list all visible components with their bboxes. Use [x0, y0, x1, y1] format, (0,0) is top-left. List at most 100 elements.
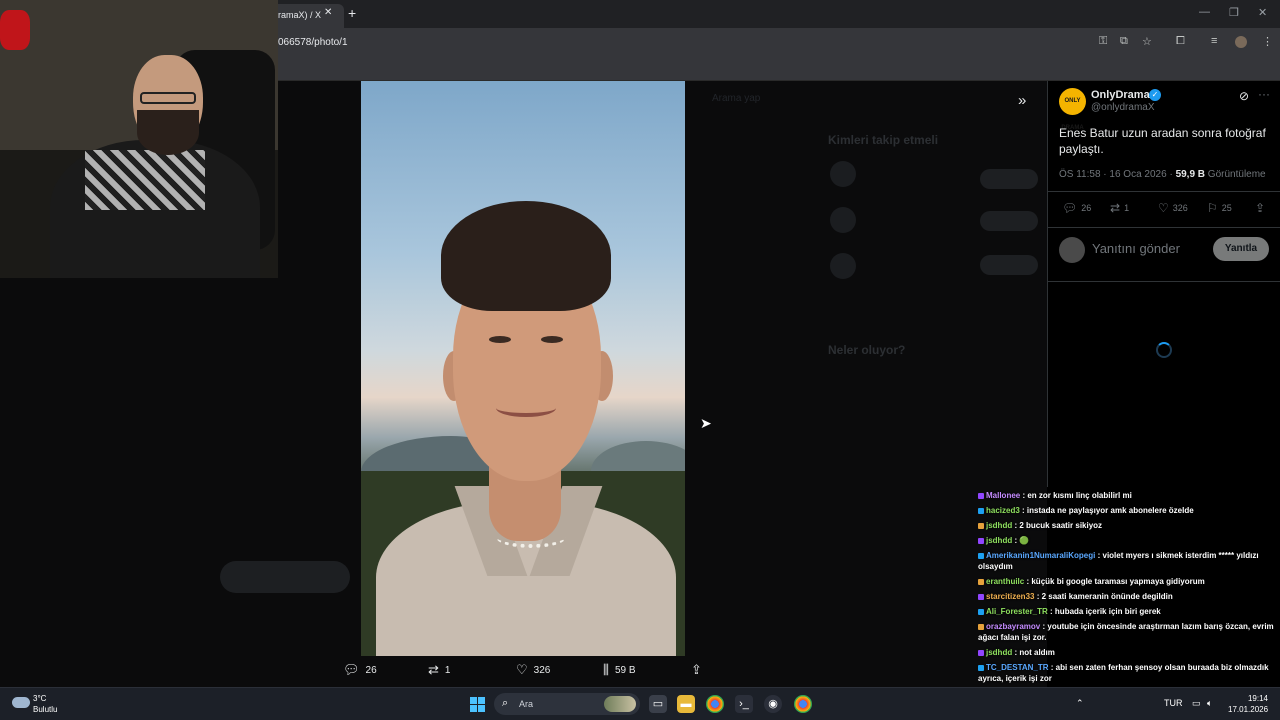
- chat-text: : küçük bi google taraması yapmaya gidiy…: [1026, 577, 1205, 586]
- chat-username[interactable]: hacized3: [986, 506, 1020, 515]
- bookmark-stat[interactable]: ⚐ 25: [1207, 201, 1232, 215]
- clock-date: 17.01.2026: [1228, 705, 1269, 714]
- mouse-cursor-icon: ➤: [700, 415, 712, 431]
- system-clock[interactable]: 19:14 17.01.2026: [1228, 693, 1268, 715]
- chat-username[interactable]: jsdhdd: [986, 536, 1012, 545]
- chat-badge-icon: [978, 649, 984, 656]
- repost-stat[interactable]: ⇄ 1: [1110, 201, 1129, 215]
- pearl-necklace: [496, 526, 566, 548]
- reply-icon: 💬︎: [1062, 201, 1078, 215]
- like-count: 326: [1172, 203, 1188, 213]
- new-tab-icon[interactable]: +: [348, 5, 356, 21]
- post-button: [220, 561, 350, 593]
- tab-close-icon[interactable]: ✕: [324, 7, 332, 18]
- task-view-icon[interactable]: ▭: [649, 695, 667, 713]
- search-highlight-image: [604, 696, 636, 712]
- weather-condition[interactable]: Bulutlu: [33, 705, 57, 714]
- heart-icon: ♡: [1158, 201, 1169, 215]
- close-window-icon[interactable]: ✕: [1258, 6, 1267, 19]
- chat-text: : 2 saati kameranin önünde degildin: [1036, 592, 1173, 601]
- author-name[interactable]: OnlyDrama: [1091, 89, 1150, 101]
- chat-badge-icon: [978, 507, 984, 514]
- chrome-icon[interactable]: [706, 695, 724, 713]
- chevron-up-icon[interactable]: ⌃: [1076, 698, 1084, 709]
- heart-icon: ♡: [516, 662, 528, 677]
- views-label: Görüntüleme: [1205, 169, 1266, 180]
- reply-count: 26: [365, 664, 377, 676]
- views-action[interactable]: ⫼ 59 B: [603, 662, 636, 678]
- windows-start-icon[interactable]: [470, 697, 485, 712]
- chat-username[interactable]: Mallonee: [986, 491, 1020, 500]
- repost-count: 1: [1124, 203, 1130, 213]
- monitor-icon[interactable]: ▭: [1192, 698, 1201, 709]
- extensions-icon[interactable]: ⧠: [1176, 35, 1185, 48]
- weather-temperature[interactable]: 3°C: [33, 694, 46, 703]
- chat-message: eranthuilc : küçük bi google taraması ya…: [978, 576, 1278, 587]
- chat-username[interactable]: jsdhdd: [986, 648, 1012, 657]
- view-count: 59 B: [614, 664, 636, 676]
- maximize-icon[interactable]: ❐: [1229, 6, 1239, 19]
- tweet-timestamp[interactable]: ÖS 11:58 · 16 Oca 2026 ·: [1059, 169, 1176, 180]
- repost-action[interactable]: ⇄ 1: [428, 662, 450, 678]
- chat-badge-icon: [978, 578, 984, 585]
- bar-chart-icon: ⫼: [603, 662, 609, 677]
- file-explorer-icon[interactable]: ▬: [677, 695, 695, 713]
- share-action[interactable]: ⇪: [691, 662, 702, 678]
- expand-chevrons-icon[interactable]: »: [1018, 92, 1026, 109]
- cloud-icon[interactable]: [12, 697, 30, 708]
- glasses: [140, 92, 196, 104]
- language-indicator[interactable]: TUR: [1164, 698, 1183, 708]
- bookmark-icon: ⚐: [1207, 201, 1218, 215]
- verified-badge-icon: ✓: [1149, 89, 1161, 101]
- chat-username[interactable]: TC_DESTAN_TR: [986, 663, 1049, 672]
- speaker-icon[interactable]: 🔈︎: [1207, 698, 1212, 709]
- terminal-icon[interactable]: ›_: [735, 695, 753, 713]
- more-options-icon[interactable]: ···: [1258, 87, 1270, 101]
- chat-username[interactable]: orazbayramov: [986, 622, 1040, 631]
- eye: [489, 336, 511, 343]
- chat-message: starcitizen33 : 2 saati kameranin önünde…: [978, 591, 1278, 602]
- author-avatar[interactable]: ONLY DRAMA: [1059, 88, 1086, 131]
- media-icon[interactable]: ≡: [1211, 35, 1217, 47]
- chat-text: : hubada içerik için biri gerek: [1050, 607, 1161, 616]
- checkered-shirt-print: [85, 150, 205, 210]
- search-icon: ⌕: [502, 697, 509, 709]
- reply-input[interactable]: Yanıtını gönder: [1092, 241, 1180, 256]
- url-text[interactable]: 066578/photo/1: [278, 37, 348, 48]
- eye: [541, 336, 563, 343]
- like-stat[interactable]: ♡ 326: [1158, 201, 1188, 215]
- hair: [441, 201, 611, 311]
- reply-count: 26: [1081, 203, 1092, 213]
- reply-button[interactable]: Yanıtla: [1213, 237, 1269, 261]
- chrome-icon[interactable]: [794, 695, 812, 713]
- streamer-beard: [137, 110, 199, 155]
- chat-username[interactable]: Amerikanin1NumaraliKopegi: [986, 551, 1095, 560]
- tweet-detail-panel: ONLY DRAMA OnlyDrama ✓ @onlydramaX ⊘ ···…: [1047, 81, 1280, 487]
- chat-badge-icon: [978, 537, 984, 544]
- chat-message: Amerikanin1NumaraliKopegi : violet myers…: [978, 550, 1278, 572]
- minimize-icon[interactable]: —: [1199, 6, 1210, 18]
- key-icon[interactable]: ⚿: [1099, 35, 1107, 48]
- install-icon[interactable]: ⧉: [1120, 35, 1128, 48]
- obs-icon[interactable]: ◉: [764, 695, 782, 713]
- taskbar-search[interactable]: ⌕ Ara: [494, 693, 640, 715]
- browser-tab[interactable]: ramaX) / X: [270, 4, 344, 28]
- menu-icon[interactable]: ⋮: [1262, 35, 1273, 48]
- tweet-photo[interactable]: [361, 81, 685, 656]
- clock-time: 19:14: [1247, 694, 1268, 703]
- like-action[interactable]: ♡ 326: [516, 662, 550, 678]
- chat-username[interactable]: eranthuilc: [986, 577, 1024, 586]
- grok-icon[interactable]: ⊘: [1239, 89, 1249, 103]
- bookmark-star-icon[interactable]: ☆: [1142, 35, 1152, 48]
- chat-username[interactable]: jsdhdd: [986, 521, 1012, 530]
- divider: [1048, 281, 1280, 282]
- author-handle[interactable]: @onlydramaX: [1091, 102, 1155, 113]
- share-stat[interactable]: ⇪: [1255, 201, 1265, 215]
- who-to-follow-heading: Kimleri takip etmeli: [828, 133, 939, 147]
- reply-stat[interactable]: 💬︎ 26: [1062, 201, 1091, 215]
- reply-action[interactable]: 💬︎ 26: [343, 662, 377, 678]
- chat-username[interactable]: starcitizen33: [986, 592, 1034, 601]
- chat-username[interactable]: Ali_Forester_TR: [986, 607, 1048, 616]
- photo-action-bar: 💬︎ 26 ⇄ 1 ♡ 326 ⫼ 59 B ⇪: [340, 662, 720, 682]
- profile-avatar[interactable]: [1235, 36, 1247, 48]
